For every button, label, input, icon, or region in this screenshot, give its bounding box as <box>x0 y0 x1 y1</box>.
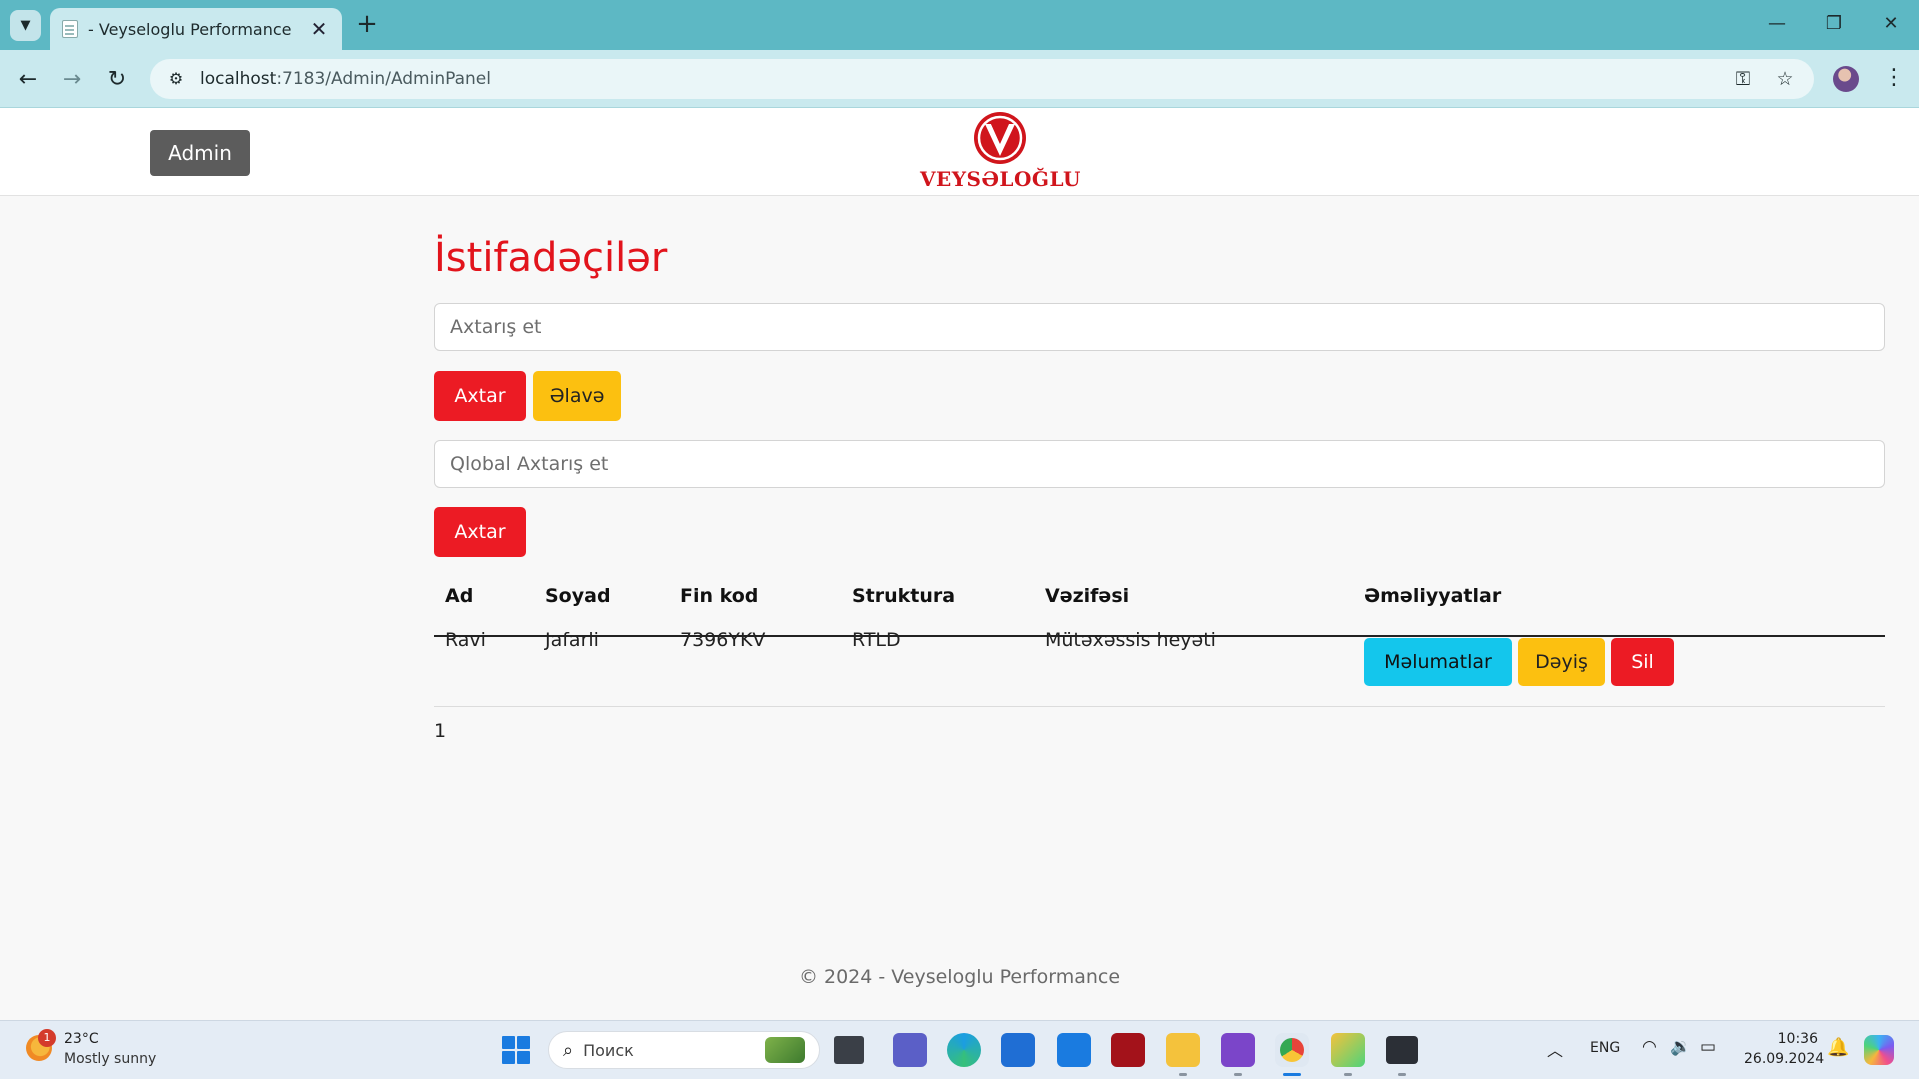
global-search-input[interactable]: Qlobal Axtarış et <box>434 440 1885 488</box>
terminal-running-indicator <box>1398 1073 1406 1076</box>
windows-start-icon[interactable] <box>502 1036 530 1064</box>
minimize-window-button[interactable]: — <box>1752 8 1802 40</box>
teams-icon[interactable] <box>893 1033 927 1067</box>
logo-wordmark: VEYSƏLOĞLU <box>920 167 1081 191</box>
taskbar-search-box[interactable]: ⌕ Поиск <box>548 1031 820 1069</box>
chrome-taskbar-slot[interactable] <box>1275 1033 1309 1067</box>
site-settings-icon[interactable]: ⚙ <box>164 67 188 91</box>
admin-button[interactable]: Admin <box>150 130 250 176</box>
snipping-tool-running-indicator <box>1344 1073 1352 1076</box>
pagination-page-1[interactable]: 1 <box>434 720 446 742</box>
tab-search-button[interactable]: ▼ <box>10 10 41 41</box>
windows-taskbar: 1 23°C Mostly sunny ⌕ Поиск ︿ ENG ◠ 🔉 ▭ … <box>0 1020 1919 1079</box>
cell-vezifesi: Mütəxəssis heyəti <box>1045 629 1216 651</box>
delete-button[interactable]: Sil <box>1611 638 1674 686</box>
input-language-indicator[interactable]: ENG <box>1590 1040 1620 1056</box>
restore-window-button[interactable]: ❐ <box>1809 8 1859 40</box>
password-key-icon[interactable]: ⚿ <box>1728 68 1758 90</box>
close-window-button[interactable]: ✕ <box>1866 8 1916 40</box>
cell-struktura: RTLD <box>852 629 901 651</box>
clock-date[interactable]: 26.09.2024 <box>1744 1051 1824 1067</box>
file-explorer-icon[interactable] <box>1166 1033 1200 1067</box>
back-arrow-icon[interactable]: ← <box>12 64 44 96</box>
file-explorer-running-indicator <box>1179 1073 1187 1076</box>
site-header: Admin VEYSƏLOĞLU <box>0 108 1919 196</box>
search-button[interactable]: Axtar <box>434 371 526 421</box>
weather-notification-badge: 1 <box>38 1029 56 1047</box>
column-header-ad: Ad <box>445 585 474 607</box>
page-title: İstifadəçilər <box>434 235 668 281</box>
url-host: localhost <box>200 69 277 89</box>
search-input[interactable]: Axtarış et <box>434 303 1885 351</box>
snipping-tool-icon[interactable] <box>1331 1033 1365 1067</box>
page-favicon-icon <box>62 20 78 38</box>
weather-description[interactable]: Mostly sunny <box>64 1051 156 1067</box>
column-header-struktura: Struktura <box>852 585 956 607</box>
address-bar[interactable]: ⚙ localhost:7183/Admin/AdminPanel ⚿ ☆ <box>150 59 1814 99</box>
veyseloglu-logo-icon <box>974 112 1026 164</box>
edit-button[interactable]: Dəyiş <box>1518 638 1605 686</box>
wifi-icon[interactable]: ◠ <box>1642 1037 1657 1057</box>
reload-icon[interactable]: ↻ <box>101 64 133 96</box>
chevron-down-icon: ▼ <box>20 18 31 33</box>
cell-fin-kod: 7396YKV <box>680 629 766 651</box>
tab-title: - Veyseloglu Performance <box>88 19 292 39</box>
visual-studio-icon[interactable] <box>1221 1033 1255 1067</box>
chrome-active-indicator <box>1283 1073 1301 1076</box>
column-header-fin-kod: Fin kod <box>680 585 759 607</box>
copilot-icon[interactable] <box>1864 1035 1894 1065</box>
edge-browser-icon[interactable] <box>947 1033 981 1067</box>
battery-icon[interactable]: ▭ <box>1700 1037 1716 1057</box>
browser-menu-icon[interactable]: ⋮ <box>1882 62 1906 94</box>
microsoft-store-icon[interactable] <box>1001 1033 1035 1067</box>
column-header-emeliyyatlar: Əməliyyatlar <box>1364 585 1502 607</box>
global-search-button[interactable]: Axtar <box>434 507 526 557</box>
column-header-vezifesi: Vəzifəsi <box>1045 585 1130 607</box>
browser-toolbar: ← → ↻ ⚙ localhost:7183/Admin/AdminPanel … <box>0 50 1919 108</box>
show-hidden-icons-chevron-icon[interactable]: ︿ <box>1547 1037 1563 1061</box>
sql-server-icon[interactable] <box>1111 1033 1145 1067</box>
profile-avatar[interactable] <box>1833 66 1859 92</box>
details-button[interactable]: Məlumatlar <box>1364 638 1512 686</box>
forward-arrow-icon[interactable]: → <box>56 64 88 96</box>
site-footer: © 2024 - Veyseloglu Performance <box>798 966 1121 988</box>
close-tab-icon[interactable]: ✕ <box>308 17 330 41</box>
web-page: Admin VEYSƏLOĞLU İstifadəçilər Axtarış e… <box>0 108 1919 1020</box>
terminal-icon[interactable] <box>1386 1036 1418 1064</box>
mail-icon[interactable] <box>1057 1033 1091 1067</box>
new-tab-button[interactable]: + <box>352 10 382 40</box>
url-path: :7183/Admin/AdminPanel <box>276 69 491 89</box>
search-icon: ⌕ <box>563 1039 574 1061</box>
volume-icon[interactable]: 🔉 <box>1670 1037 1691 1057</box>
taskbar-search-placeholder: Поиск <box>583 1040 634 1060</box>
cell-soyad: Jafarli <box>545 629 599 651</box>
url-text[interactable]: localhost:7183/Admin/AdminPanel <box>200 69 1716 89</box>
search-highlight-icon <box>765 1037 805 1063</box>
add-user-button[interactable]: Əlavə <box>533 371 621 421</box>
clock-time[interactable]: 10:36 <box>1744 1031 1818 1047</box>
weather-temperature[interactable]: 23°C <box>64 1031 99 1047</box>
cell-ad: Ravi <box>445 629 486 651</box>
notification-bell-icon[interactable]: 🔔 <box>1827 1037 1849 1058</box>
browser-tab-active[interactable]: - Veyseloglu Performance ✕ <box>50 8 342 50</box>
bookmark-star-icon[interactable]: ☆ <box>1770 68 1800 90</box>
table-row-divider <box>434 706 1885 707</box>
site-logo[interactable]: VEYSƏLOĞLU <box>920 110 1080 194</box>
browser-title-bar: ▼ - Veyseloglu Performance ✕ + — ❐ ✕ <box>0 0 1919 50</box>
chrome-icon <box>1280 1038 1304 1062</box>
task-view-icon[interactable] <box>834 1036 864 1064</box>
column-header-soyad: Soyad <box>545 585 611 607</box>
visual-studio-running-indicator <box>1234 1073 1242 1076</box>
